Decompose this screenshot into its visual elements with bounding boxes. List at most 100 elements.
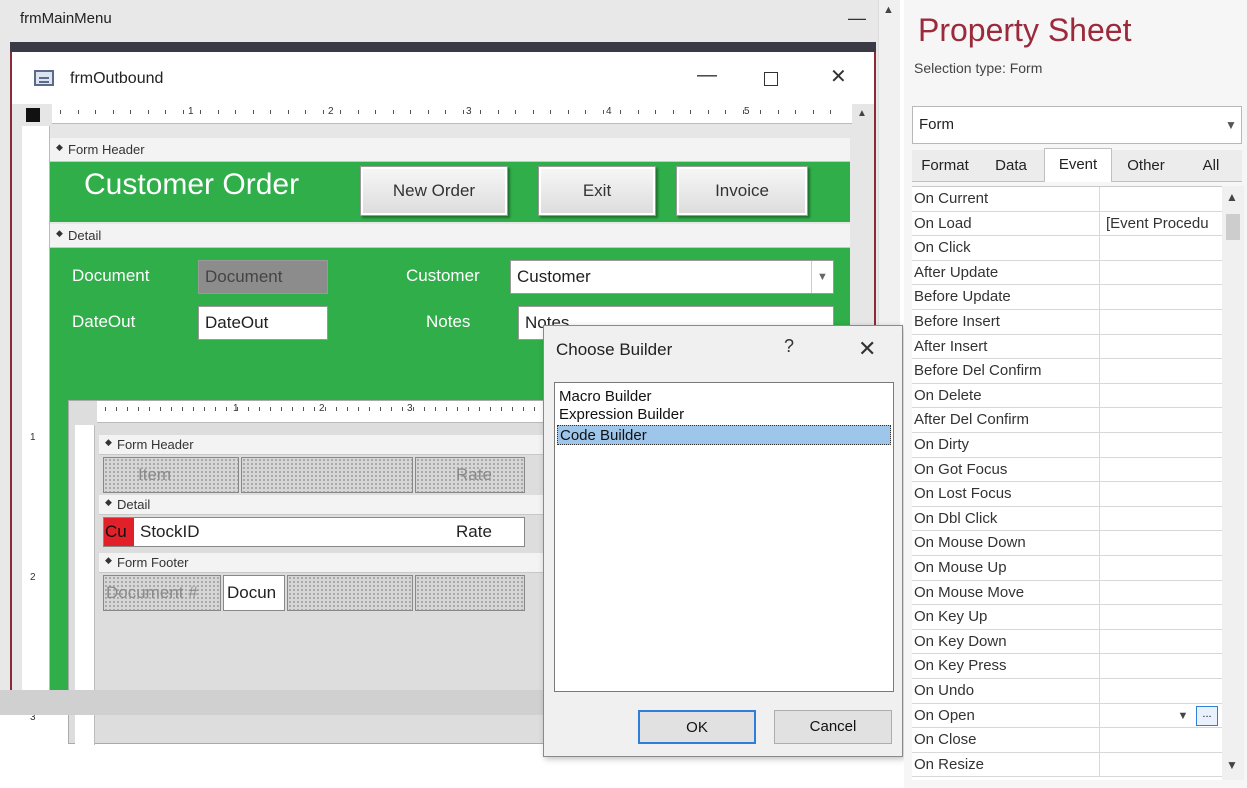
property-row[interactable]: After Update bbox=[912, 260, 1222, 286]
property-value[interactable] bbox=[1106, 507, 1220, 531]
property-value[interactable] bbox=[1106, 531, 1220, 555]
property-row[interactable]: On Mouse Down bbox=[912, 531, 1222, 556]
dateout-field[interactable]: DateOut bbox=[198, 306, 328, 340]
property-row[interactable]: After Del Confirm bbox=[912, 408, 1222, 433]
property-value[interactable] bbox=[1106, 236, 1220, 260]
property-value[interactable] bbox=[1106, 654, 1220, 678]
expression-builder-option[interactable]: Expression Builder bbox=[557, 405, 891, 425]
scroll-thumb[interactable] bbox=[1226, 214, 1240, 240]
property-row[interactable]: On Mouse Move bbox=[912, 580, 1222, 606]
cu-field[interactable]: Cu bbox=[104, 518, 134, 546]
tab-all[interactable]: All bbox=[1180, 150, 1242, 182]
chevron-down-icon[interactable]: ▼ bbox=[1221, 107, 1241, 143]
tab-event[interactable]: Event bbox=[1044, 148, 1112, 182]
property-value[interactable]: [Event Procedu bbox=[1106, 212, 1220, 236]
property-value[interactable] bbox=[1106, 630, 1220, 654]
property-row[interactable]: On Key Up bbox=[912, 605, 1222, 630]
property-row[interactable]: On Current bbox=[912, 187, 1222, 212]
cancel-button[interactable]: Cancel bbox=[774, 710, 892, 744]
property-scrollbar[interactable]: ▲ ▼ bbox=[1222, 186, 1244, 780]
property-value[interactable] bbox=[1106, 359, 1220, 383]
form-header-section-bar[interactable]: Form Header bbox=[50, 135, 850, 162]
help-icon[interactable]: ? bbox=[784, 336, 794, 357]
stockid-field[interactable]: StockID bbox=[140, 522, 200, 542]
property-value[interactable] bbox=[1106, 335, 1220, 359]
property-value[interactable] bbox=[1106, 728, 1220, 752]
property-row[interactable]: On Close bbox=[912, 728, 1222, 753]
close-button[interactable]: ✕ bbox=[830, 64, 847, 89]
close-icon[interactable]: ✕ bbox=[858, 336, 876, 362]
document-num-cell[interactable]: Document # bbox=[103, 575, 221, 611]
property-row[interactable]: Before Del Confirm bbox=[912, 359, 1222, 384]
code-builder-option[interactable]: Code Builder bbox=[557, 425, 891, 445]
macro-builder-option[interactable]: Macro Builder bbox=[557, 387, 891, 407]
property-value[interactable] bbox=[1106, 556, 1220, 580]
property-row[interactable]: On Load [Event Procedu bbox=[912, 211, 1222, 237]
property-row[interactable]: Before Insert bbox=[912, 310, 1222, 335]
detail-section-bar[interactable]: Detail bbox=[50, 221, 850, 248]
docun-field[interactable]: Docun bbox=[223, 575, 285, 611]
invoice-button[interactable]: Invoice bbox=[676, 166, 808, 216]
customer-combo[interactable]: Customer ▼ bbox=[510, 260, 834, 294]
property-row[interactable]: After Insert bbox=[912, 334, 1222, 360]
rate-header-cell[interactable]: Rate bbox=[415, 457, 525, 493]
selection-dropdown[interactable]: Form ▼ bbox=[912, 106, 1242, 144]
builder-list[interactable]: Macro Builder Expression Builder Code Bu… bbox=[554, 382, 894, 692]
property-value[interactable] bbox=[1106, 187, 1220, 211]
property-value[interactable] bbox=[1106, 384, 1220, 408]
ruler-tick bbox=[410, 110, 411, 114]
ok-button[interactable]: OK bbox=[638, 710, 756, 744]
property-value[interactable] bbox=[1106, 482, 1220, 506]
property-row[interactable]: Before Update bbox=[912, 285, 1222, 310]
form-title[interactable]: Customer Order bbox=[84, 168, 299, 202]
property-value[interactable] bbox=[1106, 408, 1220, 432]
subform-footer-bar[interactable]: Form Footer bbox=[99, 550, 559, 573]
new-order-button[interactable]: New Order bbox=[360, 166, 508, 216]
property-value[interactable] bbox=[1106, 581, 1220, 605]
tab-format[interactable]: Format bbox=[912, 150, 978, 182]
chevron-up-icon[interactable]: ▲ bbox=[1226, 190, 1238, 204]
exit-button[interactable]: Exit bbox=[538, 166, 656, 216]
rate-field[interactable]: Rate bbox=[456, 522, 492, 542]
property-value[interactable] bbox=[1106, 433, 1220, 457]
property-value[interactable] bbox=[1106, 261, 1220, 285]
chevron-down-icon[interactable]: ▼ bbox=[1174, 707, 1192, 725]
tab-other[interactable]: Other bbox=[1112, 150, 1180, 182]
property-value[interactable] bbox=[1106, 285, 1220, 309]
ruler-tick bbox=[204, 407, 205, 411]
property-row[interactable]: On Click bbox=[912, 236, 1222, 261]
chevron-down-icon[interactable]: ▼ bbox=[1226, 758, 1238, 772]
property-value[interactable] bbox=[1106, 679, 1220, 703]
ruler-tick bbox=[287, 110, 289, 114]
property-value[interactable] bbox=[1106, 753, 1220, 777]
property-row[interactable]: On Lost Focus bbox=[912, 482, 1222, 507]
property-row[interactable]: On Undo bbox=[912, 679, 1222, 704]
property-name: On Open bbox=[914, 703, 1100, 728]
property-row[interactable]: On Resize bbox=[912, 752, 1222, 778]
ruler-tick bbox=[95, 110, 96, 114]
chevron-up-icon[interactable]: ▲ bbox=[883, 4, 894, 16]
property-row[interactable]: On Delete bbox=[912, 383, 1222, 409]
property-value[interactable] bbox=[1106, 458, 1220, 482]
builder-button[interactable]: ... bbox=[1196, 705, 1218, 726]
subform-header-bar[interactable]: Form Header bbox=[99, 432, 559, 455]
property-row[interactable]: On Mouse Up bbox=[912, 556, 1222, 581]
property-row[interactable]: On Key Down bbox=[912, 629, 1222, 655]
form-selector[interactable] bbox=[26, 108, 40, 122]
property-value[interactable] bbox=[1106, 310, 1220, 334]
property-row[interactable]: On Dbl Click bbox=[912, 506, 1222, 532]
chevron-down-icon[interactable]: ▼ bbox=[811, 261, 833, 293]
item-header-cell[interactable]: Item bbox=[103, 457, 239, 493]
subform-detail-bar[interactable]: Detail bbox=[99, 492, 559, 515]
maximize-button[interactable] bbox=[764, 72, 778, 86]
tab-data[interactable]: Data bbox=[978, 150, 1044, 182]
property-row[interactable]: On Dirty bbox=[912, 433, 1222, 458]
scroll-up-icon[interactable]: ▲ bbox=[852, 104, 872, 124]
document-field[interactable]: Document bbox=[198, 260, 328, 294]
property-row[interactable]: On Key Press bbox=[912, 654, 1222, 679]
property-row[interactable]: On Got Focus bbox=[912, 457, 1222, 483]
minimize-button[interactable]: — bbox=[697, 64, 717, 87]
minimize-icon[interactable]: — bbox=[848, 8, 866, 29]
property-value[interactable] bbox=[1106, 605, 1220, 629]
property-row[interactable]: On Open ▼... bbox=[912, 703, 1222, 729]
